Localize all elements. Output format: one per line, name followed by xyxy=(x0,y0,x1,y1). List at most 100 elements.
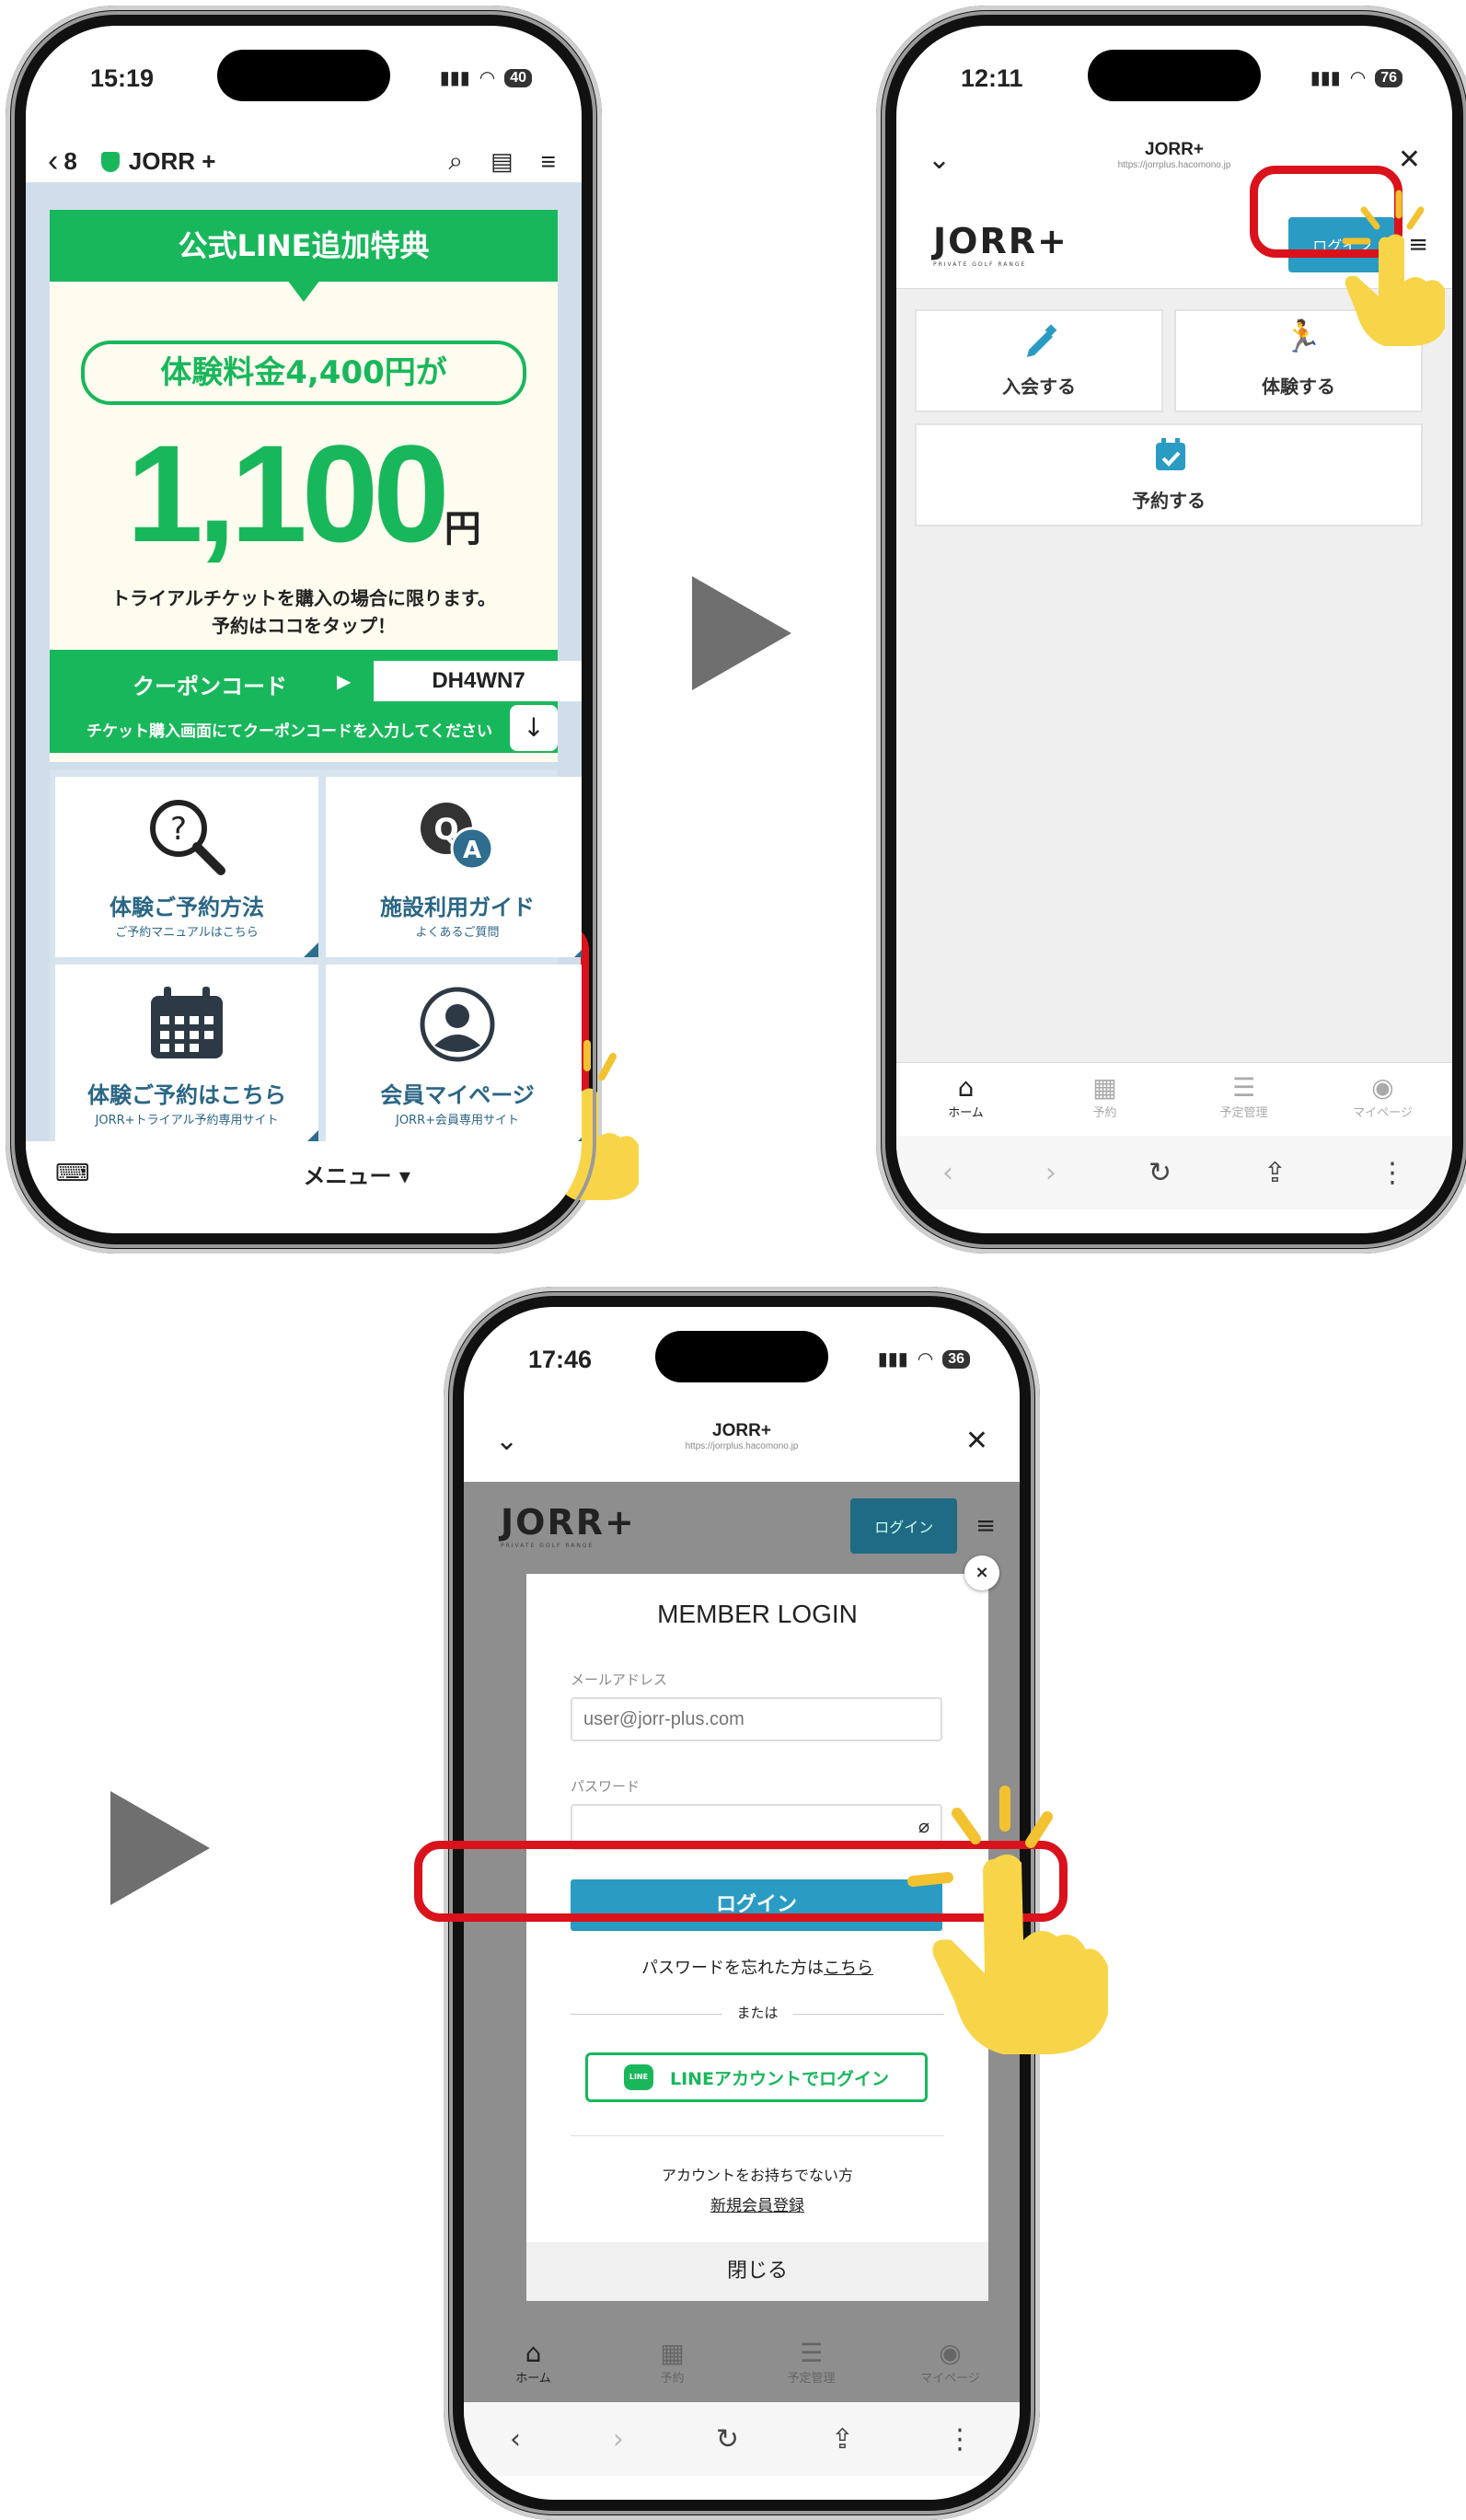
tab-label: マイページ xyxy=(1353,1106,1413,1120)
share-icon[interactable]: ⇪ xyxy=(1264,1157,1287,1189)
more-icon[interactable]: ⋮ xyxy=(1379,1157,1406,1189)
close-icon[interactable]: ✕ xyxy=(965,1425,988,1457)
svg-text:A: A xyxy=(463,837,481,864)
menu-icon[interactable]: ≡ xyxy=(541,147,556,177)
tab-reserve[interactable]: ▦ 予約 xyxy=(1035,1063,1174,1137)
tile-title: 施設利用ガイド xyxy=(380,895,535,920)
running-icon: 🏃 xyxy=(1283,318,1322,355)
back-count[interactable]: 8 xyxy=(63,147,76,176)
tile-sub: ご予約マニュアルはこちら xyxy=(115,926,259,940)
tab-label: ホーム xyxy=(515,2372,551,2386)
tab-reserve: ▦ 予約 xyxy=(603,2329,742,2402)
coupon-code: DH4WN7 xyxy=(374,661,582,701)
card-reserve[interactable]: 予約する xyxy=(915,423,1423,526)
page-body: 入会する 🏃 体験する 予約する xyxy=(896,289,1452,1062)
signal-icon: ▮▮▮ xyxy=(439,68,470,88)
back-icon[interactable]: ‹ xyxy=(510,2423,521,2456)
dynamic-island xyxy=(655,1331,828,1382)
tile-title: 体験ご予約はこちら xyxy=(87,1082,286,1108)
card-join[interactable]: 入会する xyxy=(915,309,1163,412)
chat-menu-bar: ⌨ メニュー ▾ xyxy=(26,1141,582,1206)
phone-member-site: 12:11 ▮▮▮ ◠ 76 ⌄ JORR+ https://jorrplus.… xyxy=(876,6,1466,1254)
tab-mypage[interactable]: ◉ マイページ xyxy=(1313,1063,1452,1137)
line-login-label: LINEアカウントでログイン xyxy=(669,2068,890,2089)
signal-icon: ▮▮▮ xyxy=(1310,68,1341,88)
signal-icon: ▮▮▮ xyxy=(877,1349,908,1370)
price-value: 1,100円 xyxy=(50,414,558,573)
scroll-down-icon[interactable]: ↓ xyxy=(510,705,558,751)
dynamic-island xyxy=(1088,50,1261,101)
tile-trial-booking[interactable]: 体験ご予約はこちら JORR+トライアル予約専用サイト xyxy=(55,965,318,1145)
status-time: 15:19 xyxy=(90,64,155,92)
back-chevron-icon[interactable]: ‹ xyxy=(48,144,58,179)
tab-label: 予約 xyxy=(660,2372,685,2386)
battery-icon: 76 xyxy=(1375,68,1403,87)
tab-mypage: ◉ マイページ xyxy=(881,2329,1020,2402)
site-logo: JORR+ PRIVATE GOLF RANGE xyxy=(501,1502,636,1549)
tile-member-mypage[interactable]: 会員マイページ JORR+会員専用サイト xyxy=(326,965,582,1145)
keyboard-icon[interactable]: ⌨ xyxy=(55,1160,90,1187)
collapse-chevron-icon[interactable]: ⌄ xyxy=(495,1425,518,1457)
forward-icon[interactable]: › xyxy=(1045,1157,1056,1189)
collapse-chevron-icon[interactable]: ⌄ xyxy=(928,144,951,176)
or-label: または xyxy=(721,2003,793,2022)
tile-sub: JORR+会員専用サイト xyxy=(395,1114,520,1127)
share-icon[interactable]: ⇪ xyxy=(831,2423,854,2456)
modal-close-button[interactable]: 閉じる xyxy=(526,2242,988,2301)
site-url: https://jorrplus.hacomono.jp xyxy=(685,1441,799,1451)
menu-toggle[interactable]: メニュー ▾ xyxy=(304,1158,410,1190)
tab-label: 予定管理 xyxy=(1219,1106,1268,1120)
status-bar: 17:46 ▮▮▮ ◠ 36 xyxy=(464,1307,1020,1417)
status-icons: ▮▮▮ ◠ 76 xyxy=(1310,66,1403,89)
card-label: 体験する xyxy=(1262,376,1335,398)
email-field[interactable] xyxy=(571,1697,942,1741)
hamburger-icon: ≡ xyxy=(975,1511,996,1540)
forgot-text: パスワードを忘れた方は xyxy=(641,1959,824,1978)
status-time: 12:11 xyxy=(961,64,1023,92)
email-label: メールアドレス xyxy=(571,1671,668,1688)
calendar-icon: ▦ xyxy=(660,2338,685,2368)
reload-icon[interactable]: ↻ xyxy=(1149,1157,1172,1189)
back-icon[interactable]: ‹ xyxy=(942,1157,953,1189)
site-title: JORR+ xyxy=(1145,140,1204,159)
tab-schedule[interactable]: ☰ 予定管理 xyxy=(1174,1063,1313,1137)
search-question-icon: ? xyxy=(150,800,225,875)
tab-home: ⌂ ホーム xyxy=(464,2329,603,2402)
tab-schedule: ☰ 予定管理 xyxy=(742,2329,881,2402)
step-arrow-1 xyxy=(692,576,791,690)
tab-label: 予約 xyxy=(1092,1106,1117,1120)
forgot-link[interactable]: こちら xyxy=(824,1959,873,1978)
tab-home[interactable]: ⌂ ホーム xyxy=(896,1063,1035,1137)
more-icon[interactable]: ⋮ xyxy=(946,2423,974,2456)
pointing-hand-icon xyxy=(907,1786,1108,2054)
card-label: 予約する xyxy=(1132,490,1206,512)
battery-icon: 36 xyxy=(942,1349,970,1369)
tile-title: 会員マイページ xyxy=(380,1082,535,1108)
password-label: パスワード xyxy=(571,1778,641,1795)
user-icon xyxy=(420,987,495,1062)
rich-menu: ? 体験ご予約方法 ご予約マニュアルはこちら QA 施設利用ガイド よくあるご質… xyxy=(50,769,582,1167)
reload-icon[interactable]: ↻ xyxy=(716,2423,739,2456)
coupon-banner[interactable]: 公式LINE追加特典 体験料金4,400円が 1,100円 トライアルチケットを… xyxy=(50,210,582,762)
wifi-icon: ◠ xyxy=(1349,68,1367,88)
chat-name: JORR + xyxy=(128,147,216,175)
register-link[interactable]: 新規会員登録 xyxy=(526,2192,988,2215)
logo-text: JORR+ xyxy=(501,1502,636,1543)
pointing-hand-icon xyxy=(1342,190,1445,346)
search-icon[interactable]: ⌕ xyxy=(448,146,463,177)
tile-facility-guide[interactable]: QA 施設利用ガイド よくあるご質問 xyxy=(326,777,582,957)
user-circle-icon: ◉ xyxy=(939,2338,962,2368)
close-icon[interactable]: ✕ xyxy=(1398,144,1421,176)
tab-label: マイページ xyxy=(920,2372,980,2386)
tile-booking-method[interactable]: ? 体験ご予約方法 ご予約マニュアルはこちら xyxy=(55,777,318,957)
tile-title: 体験ご予約方法 xyxy=(110,895,264,920)
price-pill: 体験料金4,400円が xyxy=(81,341,526,405)
logo-sub: PRIVATE GOLF RANGE xyxy=(501,1543,594,1549)
banner-header-pointer xyxy=(287,280,320,302)
qa-bubbles-icon: QA xyxy=(421,803,494,871)
line-login-button[interactable]: LINE LINEアカウントでログイン xyxy=(585,2052,928,2102)
notes-icon[interactable]: ▤ xyxy=(491,147,514,176)
modal-close-icon[interactable]: × xyxy=(964,1555,999,1590)
forward-icon[interactable]: › xyxy=(613,2423,624,2456)
site-logo[interactable]: JORR+ PRIVATE GOLF RANGE xyxy=(933,221,1068,268)
